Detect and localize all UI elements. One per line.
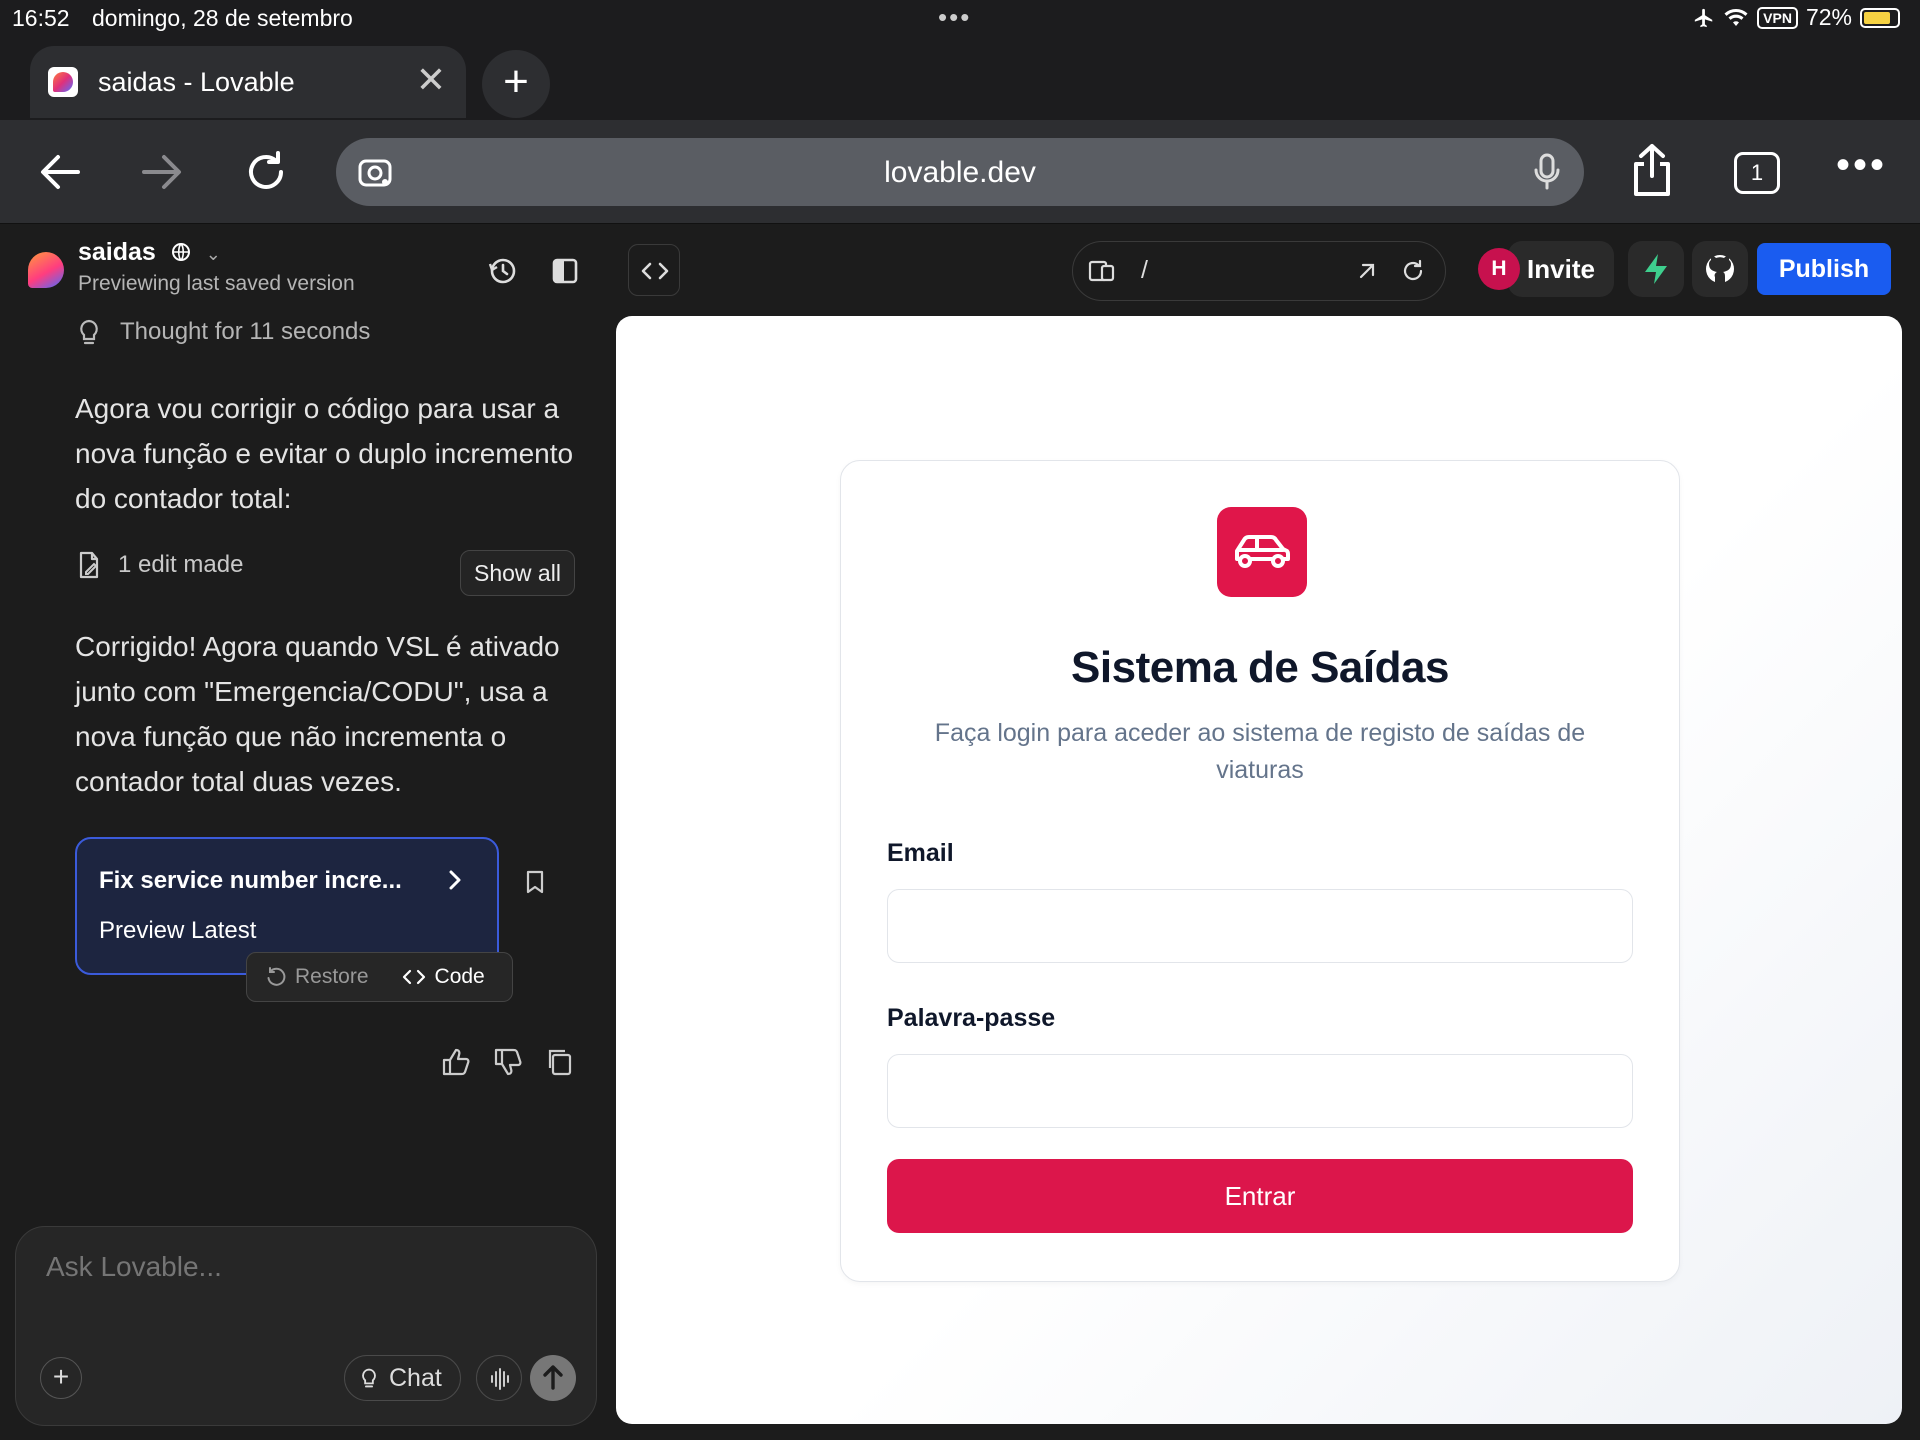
assistant-message-1: Agora vou corrigir o código para usar a …	[75, 393, 574, 514]
status-time: 16:52	[12, 5, 70, 31]
status-date: domingo, 28 de setembro	[92, 5, 353, 31]
code-view-button[interactable]	[628, 244, 680, 296]
invite-button[interactable]: Invite	[1508, 241, 1614, 297]
project-subtitle: Previewing last saved version	[78, 272, 355, 295]
chat-input-box: + Chat	[15, 1226, 597, 1426]
chat-mode-button[interactable]: Chat	[344, 1355, 461, 1401]
restore-button[interactable]: Restore	[265, 965, 369, 989]
reload-icon[interactable]	[238, 144, 294, 200]
tab-count-button[interactable]: 1	[1734, 152, 1780, 194]
code-button[interactable]: Code	[401, 965, 485, 989]
thought-indicator[interactable]: Thought for 11 seconds	[76, 318, 370, 346]
password-label: Palavra-passe	[887, 1004, 1056, 1032]
login-card: Sistema de Saídas Faça login para aceder…	[840, 460, 1680, 1282]
browser-tab[interactable]: saidas - Lovable ✕	[30, 46, 466, 118]
wifi-icon	[1723, 8, 1749, 28]
close-tab-icon[interactable]: ✕	[416, 62, 446, 98]
send-button[interactable]	[530, 1355, 576, 1401]
battery-icon	[1860, 7, 1900, 28]
bookmark-icon[interactable]	[526, 870, 544, 894]
project-name: saidas	[78, 238, 156, 266]
open-external-icon[interactable]	[1353, 257, 1381, 285]
forward-arrow-icon[interactable]	[134, 144, 190, 200]
back-arrow-icon[interactable]	[32, 144, 88, 200]
version-card-title: Fix service number incre...	[99, 867, 402, 894]
github-button[interactable]	[1692, 241, 1748, 297]
car-logo-icon	[1217, 507, 1307, 597]
lovable-logo-icon	[28, 252, 64, 288]
preview-latest-link[interactable]: Preview Latest	[99, 917, 256, 945]
device-toggle-icon[interactable]	[1087, 256, 1117, 286]
login-title: Sistema de Saídas	[1071, 643, 1449, 692]
url-text: lovable.dev	[884, 156, 1036, 189]
restore-label: Restore	[295, 965, 369, 988]
avatar[interactable]: H	[1478, 248, 1520, 290]
copy-icon[interactable]	[544, 1046, 576, 1078]
status-bar: 16:52 domingo, 28 de setembro ••• VPN 72…	[0, 0, 1920, 40]
version-actions: Restore Code	[246, 952, 513, 1002]
voice-input-button[interactable]	[476, 1355, 522, 1401]
microphone-icon[interactable]	[1532, 152, 1562, 192]
lovable-favicon-icon	[48, 67, 78, 97]
email-field[interactable]	[887, 889, 1633, 963]
show-all-button[interactable]: Show all	[460, 550, 575, 596]
new-tab-button[interactable]: +	[482, 50, 550, 118]
add-attachment-button[interactable]: +	[40, 1357, 82, 1399]
battery-percent: 72%	[1805, 4, 1852, 30]
file-edit-icon	[76, 550, 102, 580]
browser-toolbar: lovable.dev 1 •••	[0, 120, 1920, 224]
app-preview: Sistema de Saídas Faça login para aceder…	[616, 316, 1902, 1424]
more-menu-icon[interactable]: •••	[1836, 145, 1887, 185]
share-icon[interactable]	[1628, 142, 1684, 198]
tab-title: saidas - Lovable	[98, 66, 295, 97]
chevron-down-icon: ⌄	[205, 244, 221, 264]
login-subtitle: Faça login para aceder ao sistema de reg…	[934, 719, 1586, 784]
refresh-preview-icon[interactable]	[1399, 257, 1427, 285]
multitasking-dots-icon[interactable]: •••	[938, 2, 971, 33]
sidebar-toggle-icon[interactable]	[548, 254, 582, 288]
chevron-right-icon[interactable]	[445, 865, 465, 895]
edits-text: 1 edit made	[118, 551, 244, 578]
address-bar[interactable]: lovable.dev	[336, 138, 1584, 206]
history-icon[interactable]	[486, 254, 520, 288]
lightbulb-icon	[76, 318, 102, 346]
chat-input[interactable]	[46, 1251, 566, 1331]
password-field[interactable]	[887, 1054, 1633, 1128]
login-button[interactable]: Entrar	[887, 1159, 1633, 1233]
assistant-message-2: Corrigido! Agora quando VSL é ativado ju…	[75, 631, 560, 797]
thumbs-up-icon[interactable]	[440, 1046, 472, 1078]
browser-tab-bar: saidas - Lovable ✕ +	[0, 40, 1920, 120]
thumbs-down-icon[interactable]	[492, 1046, 524, 1078]
project-name-button[interactable]: saidas ⌄	[78, 238, 221, 267]
edits-summary: 1 edit made	[76, 550, 243, 580]
globe-icon	[171, 242, 191, 262]
supabase-button[interactable]	[1628, 241, 1684, 297]
code-label: Code	[434, 965, 485, 988]
email-label: Email	[887, 839, 954, 867]
lightbulb-icon	[359, 1366, 379, 1390]
publish-button[interactable]: Publish	[1757, 243, 1891, 295]
thought-text: Thought for 11 seconds	[120, 318, 371, 345]
vpn-badge: VPN	[1757, 6, 1798, 29]
airplane-icon	[1693, 7, 1715, 29]
route-bar: /	[1072, 241, 1446, 301]
route-path[interactable]: /	[1141, 256, 1148, 285]
chat-mode-label: Chat	[389, 1364, 442, 1392]
lovable-app: saidas ⌄ Previewing last saved version T…	[0, 224, 1920, 1440]
